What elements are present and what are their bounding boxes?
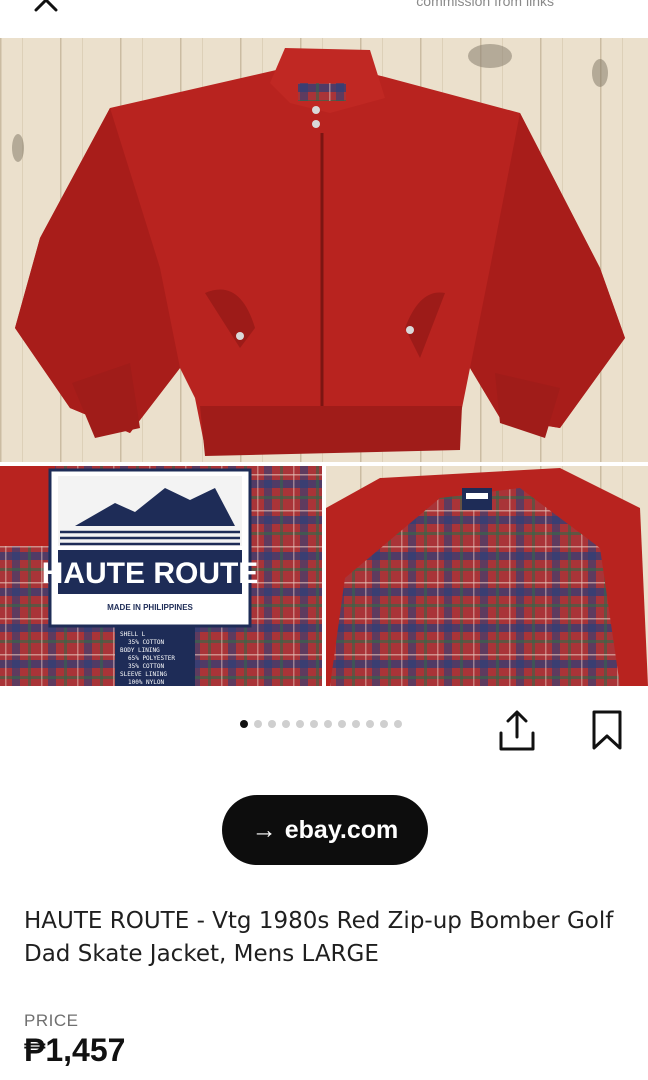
svg-text:SLEEVE LINING: SLEEVE LINING: [120, 671, 167, 678]
svg-text:SHELL L: SHELL L: [120, 631, 146, 638]
svg-text:35% COTTON: 35% COTTON: [128, 639, 165, 646]
top-bar: commission from links: [0, 0, 648, 38]
svg-text:35% COTTON: 35% COTTON: [128, 663, 165, 670]
pagination-dot[interactable]: [296, 720, 304, 728]
pagination-dot[interactable]: [282, 720, 290, 728]
product-image-gallery[interactable]: HAUTE ROUTE MADE IN PHILIPPINES SHELL L …: [0, 38, 648, 686]
pagination-dot[interactable]: [394, 720, 402, 728]
svg-text:BODY LINING: BODY LINING: [120, 647, 160, 654]
pagination-dot[interactable]: [268, 720, 276, 728]
close-icon[interactable]: [30, 0, 66, 12]
pagination-dot[interactable]: [352, 720, 360, 728]
pagination-dot[interactable]: [338, 720, 346, 728]
arrow-right-icon: →: [251, 815, 277, 844]
affiliate-disclaimer: commission from links: [416, 0, 554, 9]
pagination-dot[interactable]: [380, 720, 388, 728]
price-value: ₱1,457: [24, 1032, 126, 1068]
svg-text:100% NYLON: 100% NYLON: [128, 679, 165, 686]
pagination-dot[interactable]: [324, 720, 332, 728]
product-title: HAUTE ROUTE - Vtg 1980s Red Zip-up Bombe…: [24, 908, 614, 967]
svg-text:65% POLYESTER: 65% POLYESTER: [128, 655, 175, 662]
pagination-dot[interactable]: [310, 720, 318, 728]
pagination-dot[interactable]: [366, 720, 374, 728]
visit-site-label: ebay.com: [284, 815, 399, 844]
visit-site-button[interactable]: → ebay.com: [222, 795, 428, 865]
product-image-collage: HAUTE ROUTE MADE IN PHILIPPINES SHELL L …: [0, 38, 648, 686]
bookmark-icon[interactable]: [590, 709, 624, 751]
svg-text:MADE IN PHILIPPINES: MADE IN PHILIPPINES: [107, 603, 193, 612]
share-icon[interactable]: [497, 709, 537, 753]
pagination-dot-active[interactable]: [240, 720, 248, 728]
label-brand-text: HAUTE ROUTE: [42, 557, 259, 590]
pagination-dot[interactable]: [254, 720, 262, 728]
price-label: PRICE: [24, 1011, 79, 1030]
